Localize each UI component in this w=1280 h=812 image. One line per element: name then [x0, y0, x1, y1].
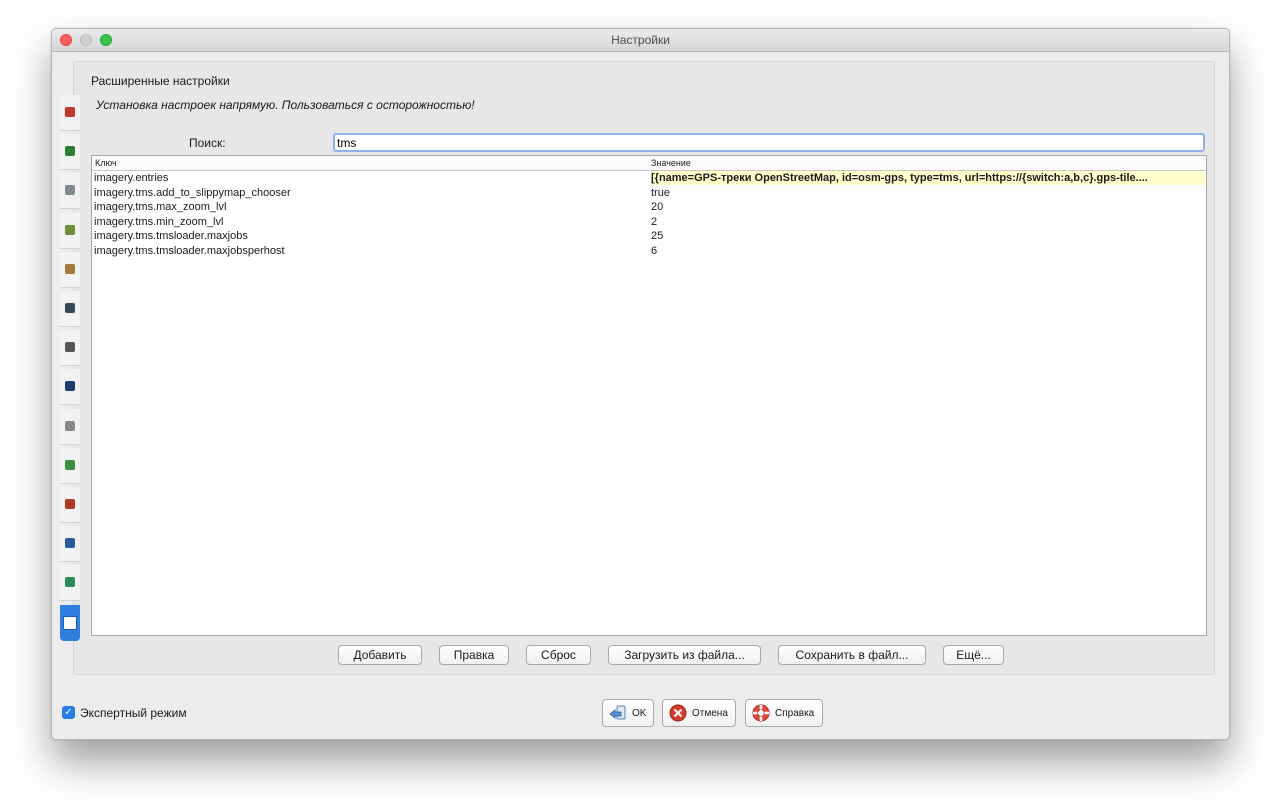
projection-icon: [65, 185, 75, 196]
help-lifebuoy-icon: [752, 704, 770, 722]
preferences-table[interactable]: Ключ Значение imagery.entries [{name=GPS-…: [91, 155, 1207, 636]
sidebar-tab[interactable]: [60, 330, 80, 367]
table-row[interactable]: imagery.tms.tmsloader.maxjobs 25: [92, 229, 1206, 243]
more-button[interactable]: Ещё...: [943, 645, 1004, 665]
cancel-icon: [669, 704, 687, 722]
section-title: Расширенные настройки: [91, 74, 230, 88]
map-paint-icon: [65, 224, 75, 235]
window-title: Настройки: [611, 33, 670, 47]
cancel-button[interactable]: Отмена: [662, 699, 736, 727]
reset-button[interactable]: Сброс: [526, 645, 591, 665]
title-bar: Настройки: [52, 29, 1229, 52]
sidebar-tab[interactable]: [60, 212, 80, 249]
cancel-label: Отмена: [692, 707, 728, 719]
remote-control-icon: [65, 459, 75, 470]
imagery-icon: [65, 538, 75, 549]
row-value: 25: [651, 230, 664, 243]
table-row[interactable]: imagery.entries [{name=GPS-треки OpenStre…: [92, 171, 1206, 185]
row-key: imagery.entries: [94, 172, 169, 184]
search-label: Поиск:: [189, 136, 226, 150]
ok-arrow-icon: [609, 705, 626, 720]
help-label: Справка: [775, 707, 815, 719]
row-value: 20: [651, 201, 664, 214]
load-from-file-button[interactable]: Загрузить из файла...: [608, 645, 761, 665]
elevation-icon: [65, 577, 75, 588]
sidebar-tab[interactable]: [60, 251, 80, 288]
sidebar-tab[interactable]: [60, 526, 80, 563]
row-key: imagery.tms.max_zoom_lvl: [94, 201, 227, 214]
table-header: Ключ Значение: [92, 156, 1206, 171]
save-to-file-button[interactable]: Сохранить в файл...: [778, 645, 926, 665]
column-header-value[interactable]: Значение: [651, 158, 691, 168]
presets-icon: [65, 263, 75, 274]
search-input[interactable]: [333, 133, 1205, 152]
row-key: imagery.tms.add_to_slippymap_chooser: [94, 186, 291, 199]
sidebar-tab[interactable]: [60, 408, 80, 445]
help-button[interactable]: Справка: [745, 699, 823, 727]
row-value: 2: [651, 215, 658, 228]
row-value: true: [651, 186, 670, 199]
sidebar-tab[interactable]: [60, 173, 80, 210]
sidebar-tab[interactable]: [60, 291, 80, 327]
sidebar-tab[interactable]: [60, 95, 80, 131]
connection-globe-icon: [65, 146, 75, 157]
ok-button[interactable]: OK: [602, 699, 654, 727]
column-header-key[interactable]: Ключ: [95, 158, 117, 168]
sidebar-tab[interactable]: [60, 565, 80, 602]
row-key: imagery.tms.tmsloader.maxjobs: [94, 230, 248, 243]
table-row[interactable]: imagery.tms.max_zoom_lvl 20: [92, 200, 1206, 214]
tagging-icon: [65, 499, 75, 509]
shortcuts-icon: [65, 342, 75, 353]
sidebar-tab[interactable]: [60, 369, 80, 406]
sidebar-tab[interactable]: [60, 604, 80, 641]
ok-label: OK: [632, 707, 647, 719]
table-row[interactable]: imagery.tms.min_zoom_lvl 2: [92, 215, 1206, 229]
row-key: imagery.tms.tmsloader.maxjobsperhost: [94, 245, 285, 257]
validator-icon: [65, 381, 75, 392]
sidebar-tab[interactable]: [60, 487, 80, 523]
row-value: 6: [651, 245, 658, 257]
warning-text: Установка настроек напрямую. Пользоватьс…: [96, 98, 475, 112]
plugins-icon: [65, 303, 75, 313]
row-value: [{name=GPS-треки OpenStreetMap, id=osm-g…: [651, 171, 1206, 185]
audio-icon: [65, 420, 75, 431]
display-settings-icon: [65, 107, 75, 117]
edit-button[interactable]: Правка: [439, 645, 509, 665]
table-row[interactable]: imagery.tms.add_to_slippymap_chooser true: [92, 186, 1206, 200]
table-row[interactable]: imagery.tms.tmsloader.maxjobsperhost 6: [92, 244, 1206, 258]
sidebar-tab[interactable]: [60, 447, 80, 484]
row-key: imagery.tms.min_zoom_lvl: [94, 215, 224, 228]
add-button[interactable]: Добавить: [338, 645, 422, 665]
expert-mode-label[interactable]: Экспертный режим: [80, 706, 187, 720]
advanced-preferences-icon: [63, 615, 77, 630]
sidebar-tab[interactable]: [60, 134, 80, 171]
expert-mode-checkbox[interactable]: ✓: [62, 706, 75, 719]
